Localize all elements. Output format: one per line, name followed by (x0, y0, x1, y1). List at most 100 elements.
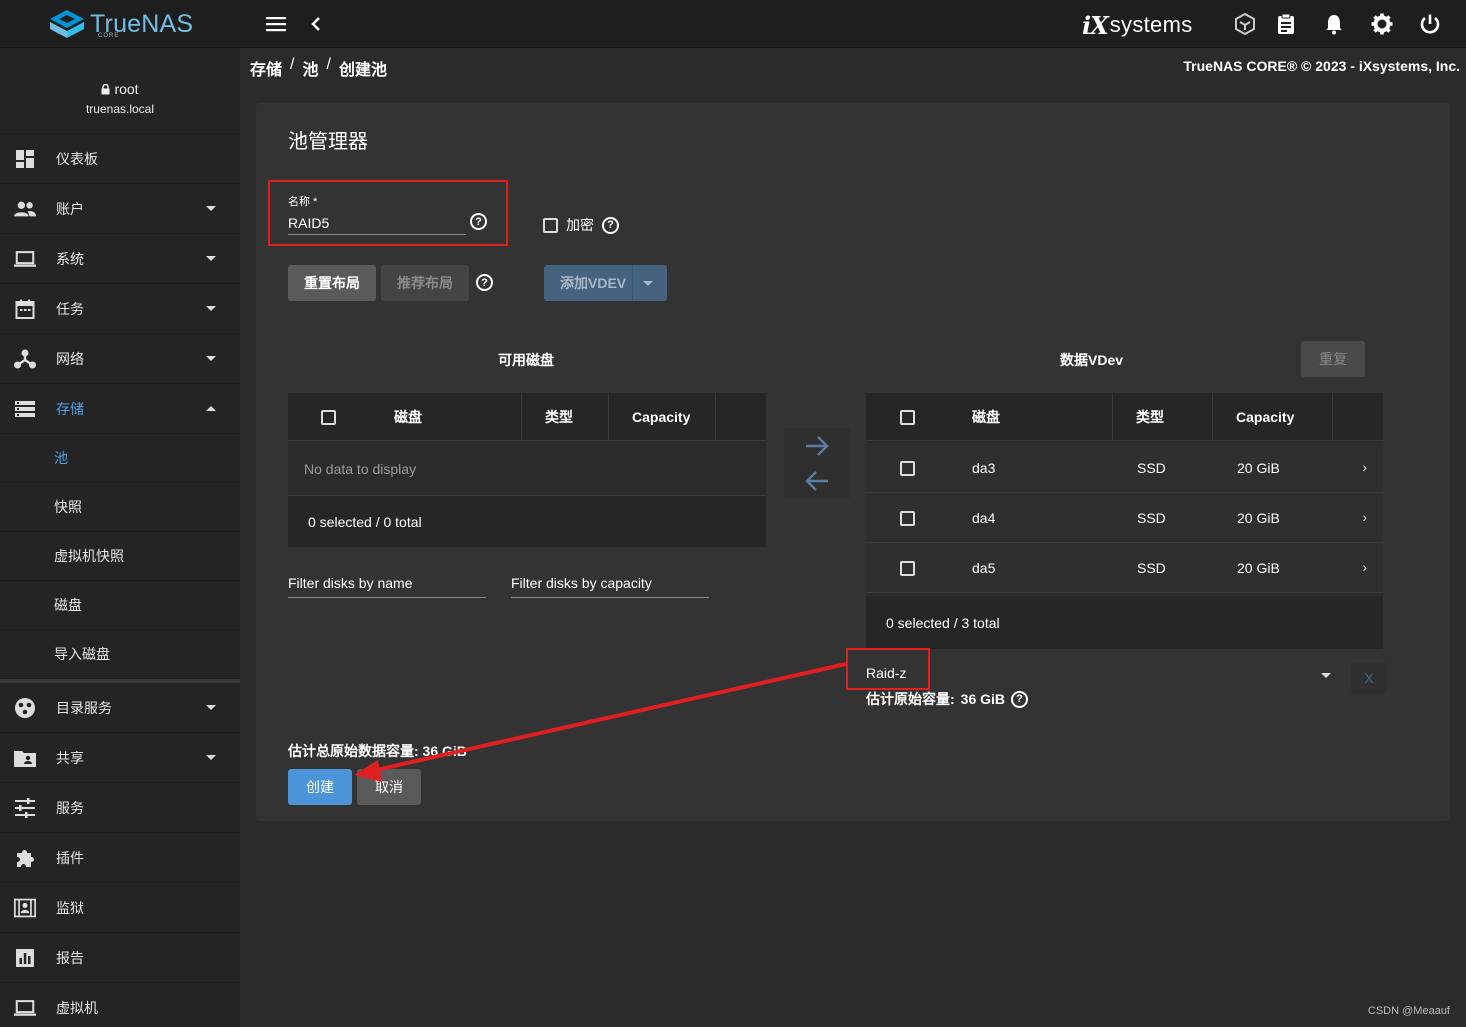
cell-disk: da4 (972, 510, 996, 526)
help-icon[interactable]: ? (602, 216, 619, 234)
sidebar-item-jails[interactable]: 监狱 (0, 883, 240, 933)
directory-icon (14, 697, 36, 719)
filter-by-name-input[interactable]: Filter disks by name (288, 575, 486, 598)
collapse-button[interactable] (304, 12, 328, 36)
services-icon (14, 797, 36, 819)
col-capacity[interactable]: Capacity (1236, 393, 1294, 441)
cancel-button[interactable]: 取消 (357, 769, 421, 805)
sidebar-subitem-pools[interactable]: 池 (0, 434, 240, 483)
gear-icon (1371, 13, 1393, 35)
ixsystems-logo[interactable]: iX systems (1082, 10, 1193, 40)
available-disks-table: 磁盘 类型 Capacity No data to display 0 sele… (288, 393, 766, 547)
sidebar-item-label: 插件 (56, 849, 84, 866)
row-checkbox[interactable] (900, 460, 915, 476)
sidebar-item-dashboard[interactable]: 仪表板 (0, 134, 240, 184)
col-disk[interactable]: 磁盘 (394, 393, 422, 441)
sidebar-subitem-import-disk[interactable]: 导入磁盘 (0, 630, 240, 679)
chevron-right-icon[interactable]: › (1362, 509, 1367, 525)
filter-by-capacity-input[interactable]: Filter disks by capacity (511, 575, 709, 598)
sidebar-item-plugins[interactable]: 插件 (0, 833, 240, 883)
cell-capacity: 20 GiB (1237, 510, 1280, 526)
notifications-button[interactable] (1322, 12, 1346, 36)
annotation-box-name (268, 180, 508, 246)
remove-vdev-button[interactable]: X (1351, 663, 1387, 693)
col-capacity[interactable]: Capacity (632, 393, 690, 441)
storage-icon (14, 398, 36, 420)
sidebar-item-label: 账户 (56, 200, 84, 217)
sidebar-item-tasks[interactable]: 任务 (0, 284, 240, 334)
truenas-logo[interactable]: TrueNAS (48, 8, 193, 40)
truecommand-button[interactable] (1233, 12, 1257, 36)
add-vdev-button[interactable]: 添加VDEV (544, 265, 667, 301)
table-footer: 0 selected / 3 total (866, 597, 1383, 649)
breadcrumb-pools[interactable]: 池 (302, 56, 318, 80)
menu-toggle-button[interactable] (264, 12, 288, 36)
sidebar-item-directory-services[interactable]: 目录服务 (0, 683, 240, 733)
cell-type: SSD (1137, 460, 1166, 476)
settings-button[interactable] (1370, 12, 1394, 36)
caret-down-icon[interactable] (1321, 673, 1331, 678)
col-type[interactable]: 类型 (545, 393, 573, 441)
sidebar-item-virtual-machines[interactable]: 虚拟机 (0, 983, 240, 1027)
row-checkbox[interactable] (900, 510, 915, 526)
sidebar-item-label: 共享 (56, 749, 84, 766)
create-button[interactable]: 创建 (288, 769, 352, 805)
repeat-button[interactable]: 重复 (1301, 341, 1365, 377)
sidebar-item-accounts[interactable]: 账户 (0, 184, 240, 234)
sidebar-item-label: 目录服务 (56, 699, 112, 716)
suggest-layout-button[interactable]: 推荐布局 (381, 265, 469, 301)
sidebar-item-label: 监狱 (56, 899, 84, 916)
sidebar-subitem-disks[interactable]: 磁盘 (0, 581, 240, 630)
network-icon (14, 348, 36, 370)
select-all-checkbox-cell[interactable] (900, 393, 915, 441)
user-block: root truenas.local (0, 48, 240, 134)
row-checkbox-cell[interactable] (900, 443, 915, 493)
jail-icon (14, 897, 36, 919)
cell-type: SSD (1137, 560, 1166, 576)
select-all-checkbox-cell[interactable] (321, 393, 336, 441)
sidebar-item-reporting[interactable]: 报告 (0, 933, 240, 983)
arrow-right-icon[interactable] (804, 435, 830, 457)
encrypt-option[interactable]: 加密 ? (543, 215, 619, 235)
help-icon[interactable]: ? (476, 274, 493, 291)
tasks-button[interactable] (1274, 12, 1298, 36)
sidebar-item-services[interactable]: 服务 (0, 783, 240, 833)
table-row[interactable]: da5 SSD 20 GiB › (866, 543, 1383, 593)
sidebar-item-label: 虚拟机 (56, 999, 98, 1016)
sidebar-item-label: 服务 (56, 799, 84, 816)
user-name-row: root (0, 81, 240, 97)
table-row[interactable]: da4 SSD 20 GiB › (866, 493, 1383, 543)
sidebar-subitem-snapshots[interactable]: 快照 (0, 483, 240, 532)
help-icon[interactable]: ? (1011, 690, 1029, 708)
select-all-checkbox[interactable] (900, 409, 915, 425)
col-type[interactable]: 类型 (1136, 393, 1164, 441)
table-row[interactable]: da3 SSD 20 GiB › (866, 443, 1383, 493)
sidebar-subitem-vm-snapshots[interactable]: 虚拟机快照 (0, 532, 240, 581)
button-divider (632, 265, 633, 301)
col-disk[interactable]: 磁盘 (972, 393, 1000, 441)
chevron-right-icon[interactable]: › (1362, 559, 1367, 575)
chevron-right-icon[interactable]: › (1362, 459, 1367, 475)
ix-mark: iX (1082, 10, 1109, 40)
power-button[interactable] (1418, 12, 1442, 36)
cell-disk: da5 (972, 560, 996, 576)
arrow-left-icon[interactable] (804, 470, 830, 492)
breadcrumb-storage[interactable]: 存储 (250, 56, 282, 80)
reset-layout-button[interactable]: 重置布局 (288, 265, 376, 301)
caret-down-icon (206, 256, 216, 261)
sidebar-item-system[interactable]: 系统 (0, 234, 240, 284)
sidebar-item-storage[interactable]: 存储 (0, 384, 240, 434)
table-footer: 0 selected / 0 total (288, 495, 766, 547)
encrypt-checkbox[interactable] (543, 217, 558, 233)
puzzle-icon (14, 847, 36, 869)
estimated-total-capacity: 估计总原始数据容量: 36 GiB (288, 743, 467, 759)
sidebar-item-network[interactable]: 网络 (0, 334, 240, 384)
page-title: 池管理器 (288, 131, 368, 153)
caret-down-icon[interactable] (643, 281, 653, 286)
row-checkbox-cell[interactable] (900, 493, 915, 543)
sidebar-item-label: 系统 (56, 250, 84, 267)
row-checkbox-cell[interactable] (900, 543, 915, 593)
select-all-checkbox[interactable] (321, 409, 336, 425)
row-checkbox[interactable] (900, 560, 915, 576)
sidebar-item-sharing[interactable]: 共享 (0, 733, 240, 783)
